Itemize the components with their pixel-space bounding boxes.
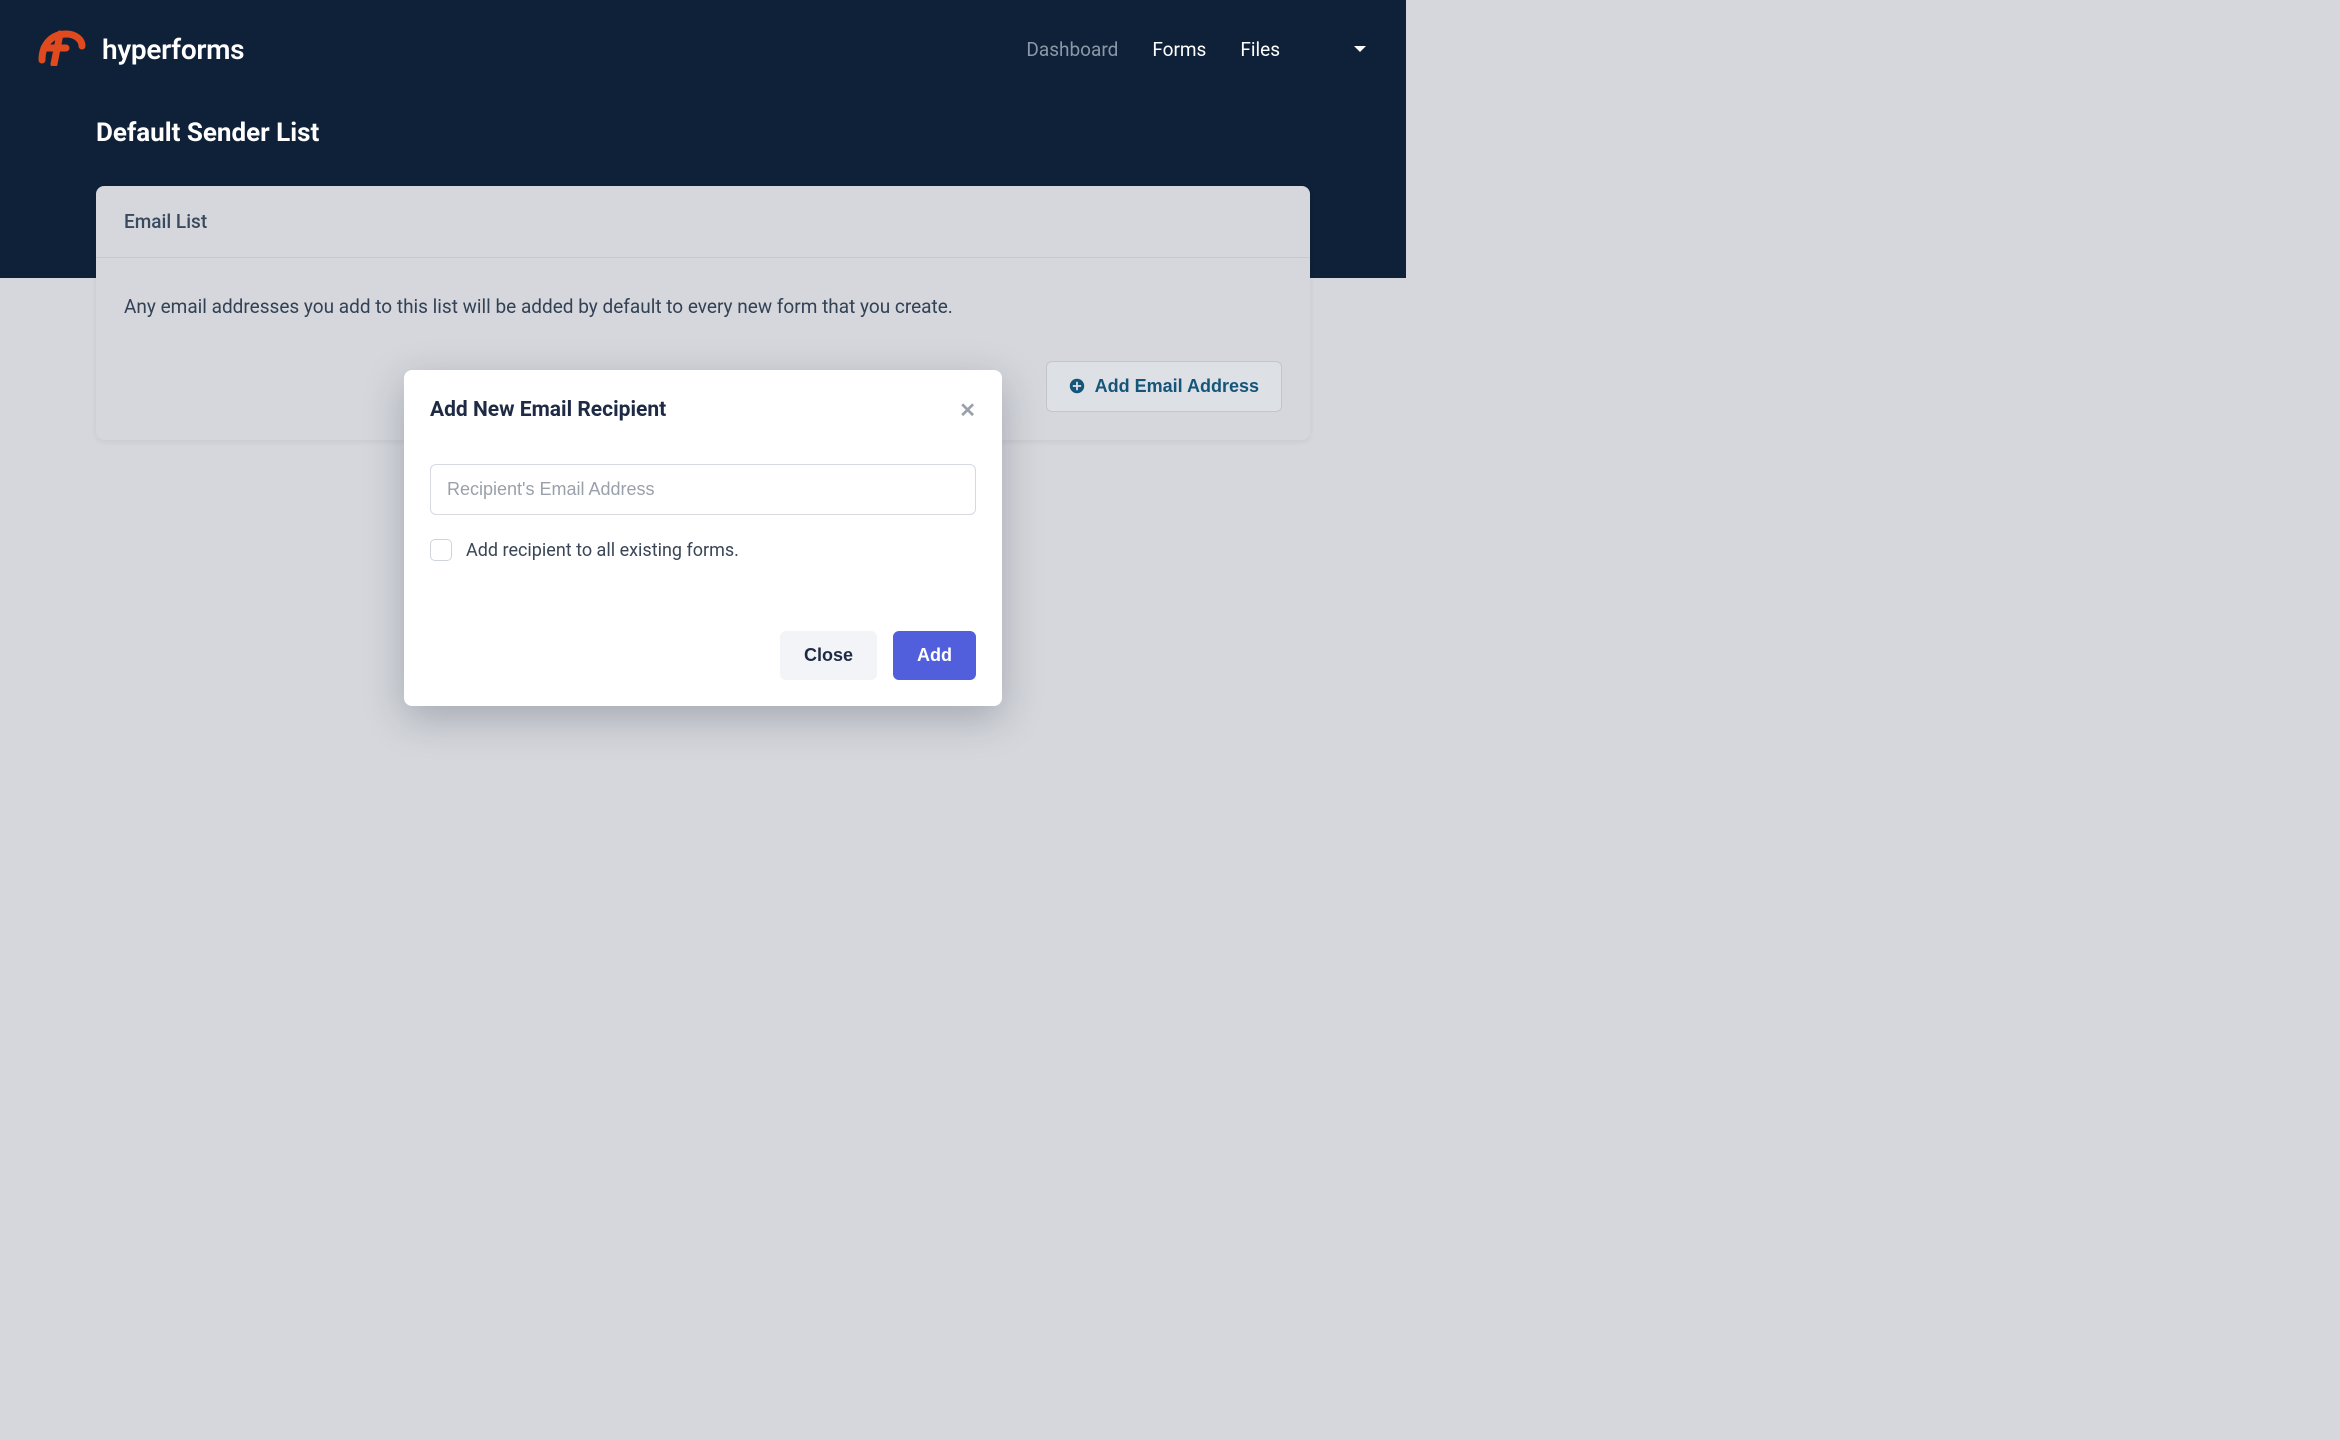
- add-email-address-button[interactable]: Add Email Address: [1046, 361, 1282, 412]
- card-description: Any email addresses you add to this list…: [124, 294, 1282, 321]
- add-button[interactable]: Add: [893, 631, 976, 680]
- nav-link-dashboard[interactable]: Dashboard: [1026, 38, 1118, 61]
- nav-dropdown-caret-icon[interactable]: [1354, 46, 1366, 52]
- brand-logo-icon: [36, 28, 88, 70]
- brand-name: hyperforms: [102, 33, 244, 66]
- brand-logo[interactable]: hyperforms: [36, 28, 244, 70]
- add-email-address-label: Add Email Address: [1095, 376, 1259, 397]
- checkbox-label: Add recipient to all existing forms.: [466, 540, 739, 561]
- card-header: Email List: [96, 186, 1310, 258]
- close-button[interactable]: Close: [780, 631, 877, 680]
- nav-link-files[interactable]: Files: [1240, 38, 1280, 61]
- close-icon: ✕: [959, 398, 976, 422]
- navbar: hyperforms Dashboard Forms Files: [0, 0, 1406, 70]
- add-recipient-modal: Add New Email Recipient ✕ Add recipient …: [404, 370, 1002, 706]
- modal-title: Add New Email Recipient: [430, 398, 666, 422]
- add-to-existing-forms-checkbox[interactable]: [430, 539, 452, 561]
- page-title: Default Sender List: [96, 118, 1310, 148]
- nav-link-forms[interactable]: Forms: [1152, 38, 1206, 61]
- plus-circle-icon: [1069, 378, 1085, 394]
- recipient-email-input[interactable]: [430, 464, 976, 515]
- nav-links: Dashboard Forms Files: [1026, 38, 1366, 61]
- modal-close-button[interactable]: ✕: [959, 398, 976, 422]
